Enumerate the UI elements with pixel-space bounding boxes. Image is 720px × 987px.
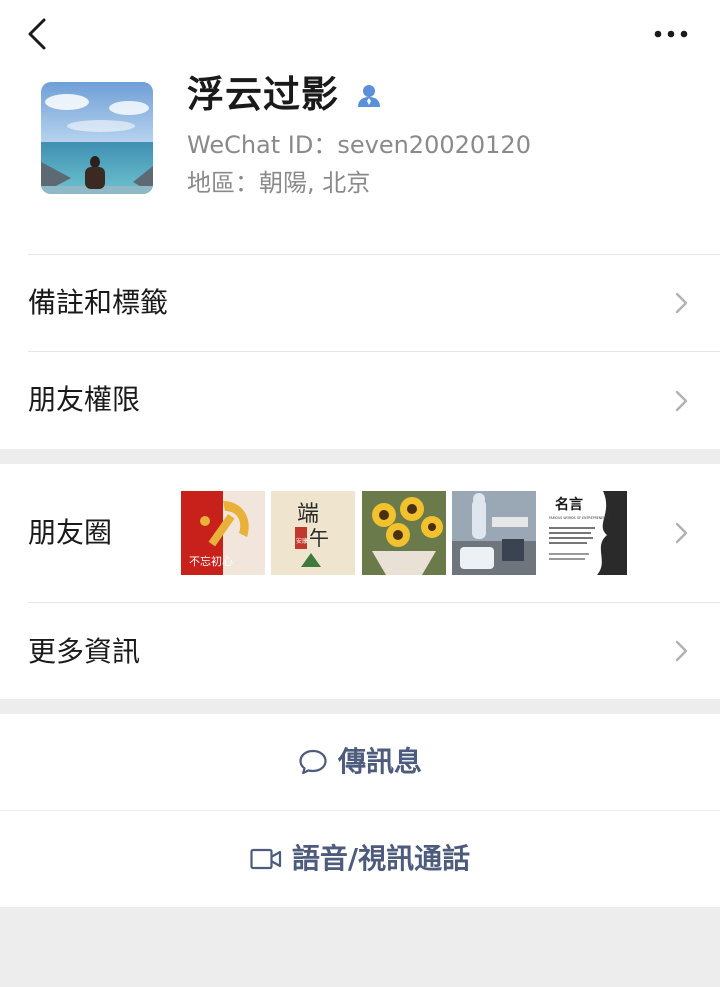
thumb-title: 名言	[555, 496, 583, 513]
chevron-right-icon	[675, 390, 688, 412]
moments-card: 朋友圈 不忘初心 端 午 安康 名言 FAMOUS WORDS OF ENTRE…	[0, 464, 720, 699]
nickname: 浮云过影	[187, 73, 339, 116]
moments-thumbnail[interactable]	[362, 491, 446, 575]
profile-card: 浮云过影 WeChat ID：seven20020120 地區：朝陽, 北京 備…	[0, 0, 720, 449]
row-more-info[interactable]: 更多資訊	[28, 634, 140, 670]
person-icon	[358, 85, 380, 107]
chevron-right-icon	[675, 292, 688, 314]
divider	[28, 602, 720, 603]
thumb-seal: 安康	[296, 537, 308, 545]
chevron-right-icon	[675, 522, 688, 544]
more-dots-icon[interactable]	[648, 20, 694, 50]
thumb-caption: 不忘初心	[189, 554, 233, 568]
send-message-label: 傳訊息	[337, 745, 422, 778]
avatar[interactable]	[41, 82, 153, 194]
region: 地區：朝陽, 北京	[187, 169, 371, 197]
row-remarks-tags[interactable]: 備註和標籤	[28, 285, 168, 321]
row-friend-permissions[interactable]: 朋友權限	[28, 382, 140, 418]
thumb-subtitle: FAMOUS WORDS OF ENTREPRENEURS	[549, 516, 610, 520]
send-message-button[interactable]: 傳訊息	[0, 714, 720, 810]
chevron-right-icon	[675, 640, 688, 662]
moments-thumbnail[interactable]: 名言 FAMOUS WORDS OF ENTREPRENEURS	[543, 491, 627, 575]
back-arrow-icon[interactable]	[22, 14, 58, 54]
voice-video-call-button[interactable]: 語音/視訊通話	[0, 811, 720, 907]
thumb-title: 端	[297, 502, 319, 527]
thumb-subtitle: 午	[309, 526, 329, 550]
wechat-id: WeChat ID：seven20020120	[187, 131, 531, 159]
divider	[28, 254, 720, 255]
row-moments[interactable]: 朋友圈	[28, 515, 112, 551]
moments-thumbnail[interactable]	[452, 491, 536, 575]
divider	[28, 351, 720, 352]
moments-thumbnail[interactable]: 不忘初心	[181, 491, 265, 575]
moments-thumbnail[interactable]: 端 午 安康	[271, 491, 355, 575]
video-camera-icon	[250, 848, 281, 870]
voice-video-label: 語音/視訊通話	[291, 842, 471, 875]
chat-bubble-icon	[299, 749, 327, 775]
